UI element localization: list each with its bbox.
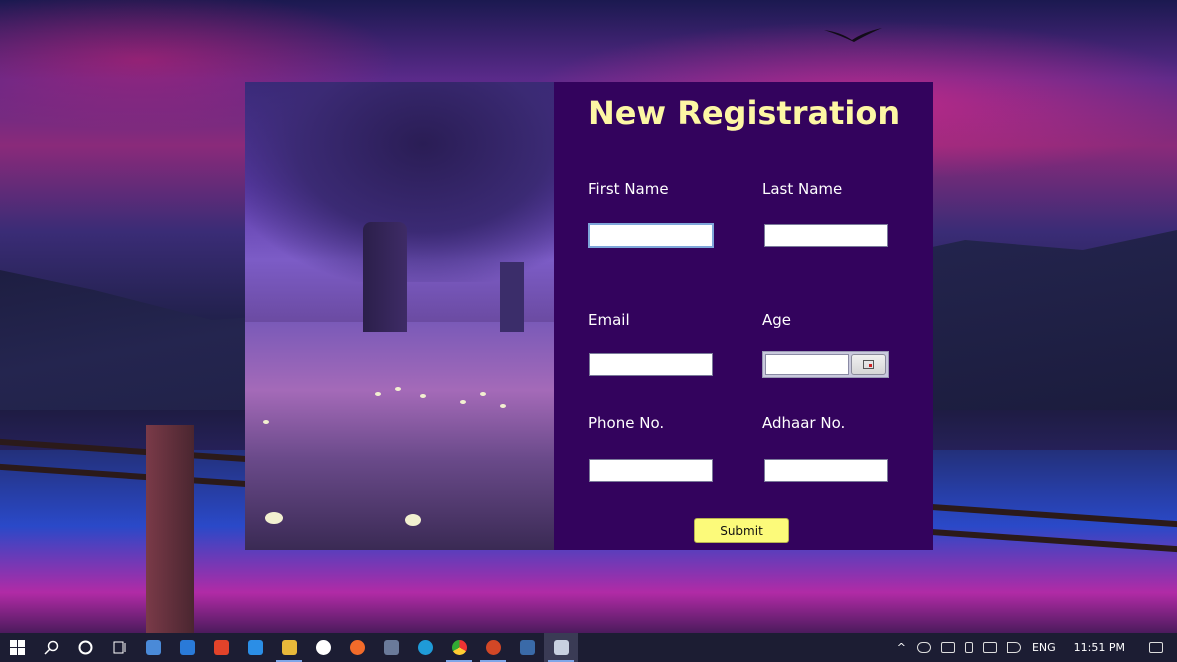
- flower: [460, 400, 466, 404]
- first-name-label: First Name: [588, 180, 669, 198]
- cloud-icon[interactable]: [916, 642, 931, 653]
- age-date-picker[interactable]: [762, 351, 889, 378]
- app-icon[interactable]: [272, 633, 306, 662]
- last-name-input[interactable]: [764, 224, 888, 247]
- task-view-icon[interactable]: [102, 633, 136, 662]
- powerpoint-icon[interactable]: [476, 633, 510, 662]
- office-icon[interactable]: [204, 633, 238, 662]
- registration-window: New Registration First Name Last Name Em…: [245, 82, 933, 550]
- edge-icon[interactable]: [408, 633, 442, 662]
- cortana-icon[interactable]: [68, 633, 102, 662]
- notification-icon[interactable]: [1149, 642, 1163, 653]
- email-label: Email: [588, 311, 630, 329]
- first-name-input[interactable]: [588, 223, 714, 248]
- flower: [500, 404, 506, 408]
- clock[interactable]: 11:51 PM: [1074, 641, 1125, 654]
- windows-start-icon[interactable]: [0, 633, 34, 662]
- age-label: Age: [762, 311, 792, 329]
- taskbar: ^ ENG 11:51 PM: [0, 633, 1177, 662]
- photos-icon[interactable]: [374, 633, 408, 662]
- phone-input[interactable]: [589, 459, 713, 482]
- chrome-icon[interactable]: [442, 633, 476, 662]
- system-tray: ^ ENG 11:51 PM: [891, 633, 1177, 662]
- forest-image: [245, 82, 554, 550]
- age-input[interactable]: [765, 354, 849, 375]
- mail-icon[interactable]: [170, 633, 204, 662]
- tree-trunk: [363, 222, 407, 332]
- wallpaper-post: [146, 425, 194, 633]
- vscode-icon[interactable]: [238, 633, 272, 662]
- volume-icon[interactable]: [1006, 642, 1021, 653]
- registration-form: New Registration First Name Last Name Em…: [554, 82, 933, 550]
- app-icon[interactable]: [510, 633, 544, 662]
- app-icon[interactable]: [340, 633, 374, 662]
- meadow: [245, 322, 554, 550]
- stone: [405, 514, 421, 526]
- bird-icon: [824, 28, 882, 42]
- form-title: New Registration: [588, 94, 901, 132]
- tree-trunk: [500, 262, 524, 332]
- search-icon[interactable]: [34, 633, 68, 662]
- adhaar-input[interactable]: [764, 459, 888, 482]
- device-icon[interactable]: [940, 642, 955, 653]
- chevron-up-icon[interactable]: ^: [897, 641, 906, 654]
- app-icon[interactable]: [306, 633, 340, 662]
- adhaar-label: Adhaar No.: [762, 414, 846, 432]
- stone: [265, 512, 283, 524]
- last-name-label: Last Name: [762, 180, 843, 198]
- store-icon[interactable]: [136, 633, 170, 662]
- calendar-icon: [863, 360, 874, 369]
- calendar-button[interactable]: [851, 354, 886, 375]
- flower: [480, 392, 486, 396]
- flower: [395, 387, 401, 391]
- submit-button[interactable]: Submit: [694, 518, 789, 543]
- email-input[interactable]: [589, 353, 713, 376]
- phone-icon[interactable]: [964, 642, 973, 653]
- language-indicator[interactable]: ENG: [1032, 641, 1056, 654]
- flower: [420, 394, 426, 398]
- app-icon[interactable]: [544, 633, 578, 662]
- phone-label: Phone No.: [588, 414, 665, 432]
- flower: [375, 392, 381, 396]
- battery-icon[interactable]: [982, 642, 997, 653]
- flower: [263, 420, 269, 424]
